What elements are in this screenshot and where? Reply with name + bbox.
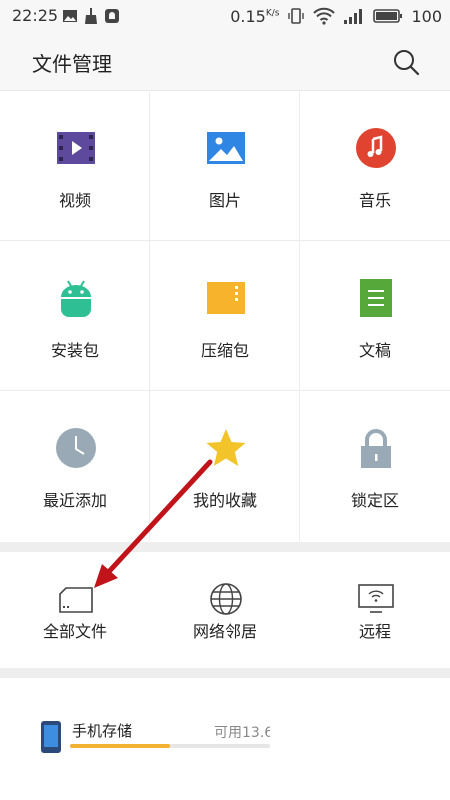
- music-icon: [356, 128, 396, 168]
- blank-overlay: [270, 710, 450, 800]
- storage-card-icon: [59, 587, 93, 613]
- star-icon: [206, 429, 246, 466]
- phone-icon: [41, 721, 61, 753]
- category-grid: 视频 图片 音乐 安装包 压缩包 文稿 最近添加 我的收藏 锁定区: [0, 90, 450, 542]
- location-label: 远程: [358, 622, 391, 641]
- status-time: 22:25: [12, 6, 59, 25]
- location-label: 全部文件: [42, 622, 107, 641]
- storage-usage-bar: [70, 744, 270, 748]
- category-image[interactable]: 图片: [150, 91, 300, 241]
- category-label: 音乐: [358, 191, 391, 210]
- video-icon: [57, 132, 95, 164]
- battery-icon: [373, 9, 403, 23]
- remote-button[interactable]: 远程: [300, 552, 450, 668]
- category-music[interactable]: 音乐: [300, 91, 450, 241]
- document-icon: [360, 279, 392, 317]
- category-locked[interactable]: 锁定区: [300, 391, 450, 541]
- app-header: 文件管理: [0, 32, 450, 90]
- signal-icon: [344, 9, 363, 24]
- storage-available: 可用13.6: [214, 725, 274, 741]
- section-divider: [0, 542, 450, 552]
- category-recent[interactable]: 最近添加: [0, 391, 150, 541]
- category-label: 文稿: [358, 341, 391, 360]
- search-icon[interactable]: [392, 48, 420, 76]
- category-video[interactable]: 视频: [0, 91, 150, 241]
- category-apk[interactable]: 安装包: [0, 241, 150, 391]
- network-neighbors-button[interactable]: 网络邻居: [150, 552, 300, 668]
- battery-level: 100: [411, 6, 442, 26]
- category-favorites[interactable]: 我的收藏: [150, 391, 300, 541]
- category-label: 锁定区: [350, 491, 399, 510]
- globe-icon: [210, 583, 242, 615]
- clock-icon: [56, 428, 96, 468]
- archive-icon: [207, 282, 245, 314]
- category-label: 我的收藏: [192, 491, 257, 510]
- section-divider: [0, 668, 450, 678]
- lock-icon: [361, 429, 391, 468]
- status-bar: 22:25 0.15K/s 100: [0, 0, 450, 32]
- storage-usage-fill: [70, 744, 170, 748]
- category-label: 视频: [58, 191, 91, 210]
- page-title: 文件管理: [32, 52, 112, 76]
- wifi-icon: [313, 7, 336, 25]
- category-label: 压缩包: [200, 341, 249, 360]
- image-icon: [63, 10, 77, 22]
- storage-name: 手机存储: [72, 722, 133, 740]
- android-icon: [61, 280, 91, 317]
- image-icon: [207, 132, 245, 164]
- locations-row: 全部文件 网络邻居 远程: [0, 552, 450, 668]
- network-speed: 0.15K/s: [230, 6, 280, 26]
- category-document[interactable]: 文稿: [300, 241, 450, 391]
- category-label: 安装包: [50, 341, 99, 360]
- broom-icon: [85, 8, 97, 24]
- vibrate-icon: [288, 8, 305, 24]
- remote-screen-icon: [358, 584, 394, 613]
- location-label: 网络邻居: [192, 622, 257, 641]
- category-label: 最近添加: [42, 491, 107, 510]
- status-right-group: 0.15K/s 100: [230, 6, 442, 26]
- notification-bell-icon: [105, 9, 119, 23]
- status-notification-icons: [62, 8, 120, 24]
- category-archive[interactable]: 压缩包: [150, 241, 300, 391]
- all-files-button[interactable]: 全部文件: [0, 552, 150, 668]
- category-label: 图片: [208, 191, 241, 210]
